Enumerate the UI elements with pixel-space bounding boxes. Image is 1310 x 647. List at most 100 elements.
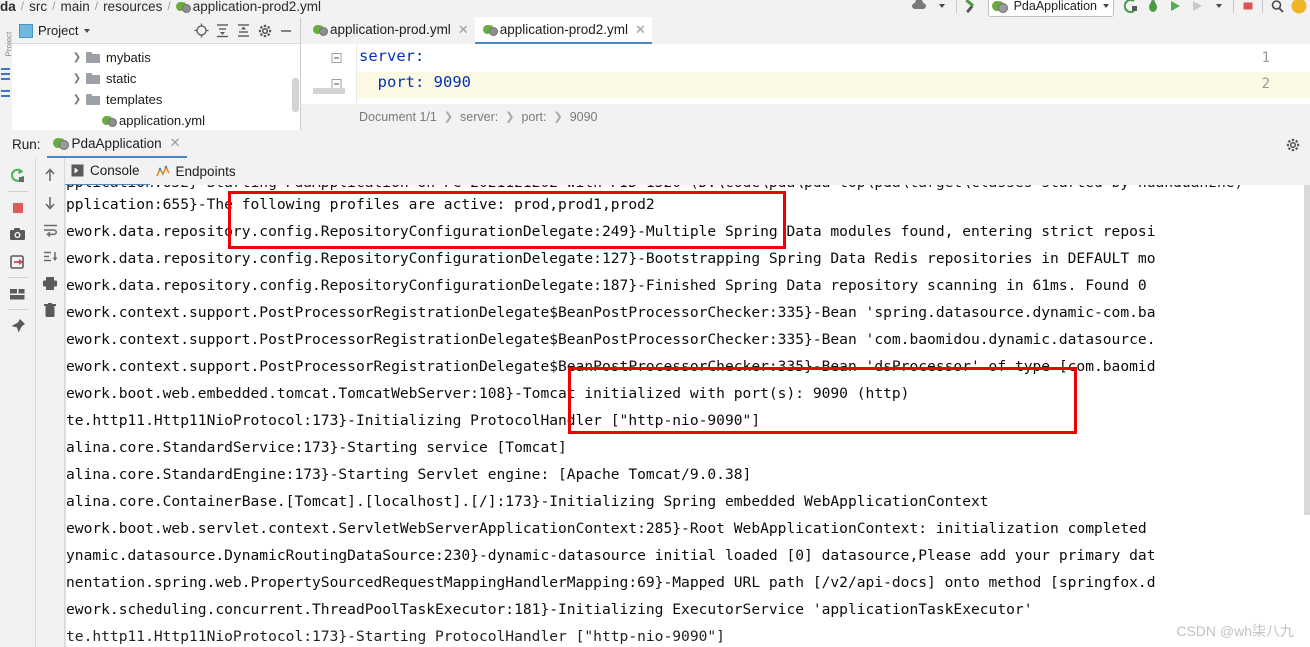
search-icon[interactable]	[1266, 0, 1288, 16]
avatar-icon[interactable]	[1288, 0, 1310, 16]
editor-area: application-prod.yml ✕ application-prod2…	[301, 17, 1310, 130]
crumb-separator: ❯	[505, 111, 515, 123]
toolbar-divider	[1262, 0, 1263, 13]
log-line-12: ework.boot.web.servlet.context.ServletWe…	[66, 520, 1147, 537]
chevron-down-icon[interactable]	[84, 28, 91, 33]
crumb-separator: ❯	[553, 111, 563, 123]
tab-endpoints[interactable]: Endpoints	[150, 159, 246, 185]
close-icon[interactable]: ✕	[170, 135, 181, 151]
soft-wrap-icon[interactable]	[37, 216, 63, 243]
fold-marker-icon[interactable]	[331, 52, 342, 63]
console-icon	[71, 164, 84, 177]
cloud-upload-icon[interactable]	[909, 0, 931, 16]
camera-icon[interactable]	[5, 221, 31, 248]
tree-item-label: templates	[106, 92, 163, 107]
collapse-all-icon[interactable]	[233, 21, 254, 41]
hide-panel-icon[interactable]	[275, 21, 296, 41]
main-toolbar-right: PdaApplication	[909, 0, 1310, 17]
stop-icon[interactable]	[1237, 0, 1259, 16]
locate-icon[interactable]	[191, 21, 212, 41]
scroll-down-icon[interactable]	[37, 189, 63, 216]
toolbar-divider	[7, 277, 28, 278]
editor-gutter[interactable]	[301, 44, 357, 104]
log-line-16: te.http11.Http11NioProtocol:173}-Startin…	[66, 628, 725, 645]
run-icon[interactable]	[1164, 0, 1186, 16]
log-line-10: alina.core.StandardEngine:173}-Starting …	[66, 466, 752, 483]
code-editor[interactable]: 1 2 server: port: 9090	[301, 44, 1310, 104]
log-line-6: ework.context.support.PostProcessorRegis…	[66, 358, 1156, 375]
print-icon[interactable]	[37, 270, 63, 297]
scroll-to-end-icon[interactable]	[37, 243, 63, 270]
delete-icon[interactable]	[37, 297, 63, 324]
breadcrumb-item-1[interactable]: src	[29, 0, 47, 14]
log-line-3: ework.data.repository.config.RepositoryC…	[66, 277, 1156, 294]
gear-icon[interactable]	[1284, 136, 1302, 154]
breadcrumb-item-3[interactable]: resources	[103, 0, 162, 14]
editor-breadcrumb-bar: Document 1/1 ❯ server: ❯ port: ❯ 9090	[301, 104, 1310, 129]
close-icon[interactable]: ✕	[635, 22, 646, 38]
tab-label: Console	[90, 163, 140, 178]
project-view-selector[interactable]: Project	[16, 21, 93, 40]
hammer-icon[interactable]	[960, 0, 982, 16]
bug-icon[interactable]	[1142, 0, 1164, 16]
chevron-down-icon[interactable]	[1208, 0, 1230, 16]
chevron-right-icon[interactable]: ❯	[70, 52, 84, 63]
yaml-crumb-value[interactable]: 9090	[570, 110, 598, 124]
expand-all-icon[interactable]	[212, 21, 233, 41]
yaml-crumb-port[interactable]: port:	[521, 110, 546, 124]
spring-boot-icon	[53, 136, 69, 151]
stop-icon[interactable]	[5, 194, 31, 221]
tree-item-mybatis[interactable]: ❯ mybatis	[12, 47, 300, 68]
endpoints-icon	[155, 165, 170, 178]
run-tab-pdaapplication[interactable]: PdaApplication ✕	[46, 130, 187, 158]
run-toolbar-primary	[0, 158, 36, 647]
debug-attach-icon[interactable]	[1120, 0, 1142, 16]
project-icon	[19, 23, 33, 38]
run-tab-label: PdaApplication	[71, 135, 162, 151]
breadcrumb-separator: /	[167, 0, 171, 13]
breadcrumb-item-0[interactable]: da	[0, 0, 16, 14]
pin-icon[interactable]	[5, 312, 31, 339]
breadcrumb-separator: /	[94, 0, 99, 13]
log-line-11: alina.core.ContainerBase.[Tomcat].[local…	[66, 493, 989, 510]
toolbar-divider	[955, 0, 957, 13]
run-with-coverage-icon[interactable]	[1186, 0, 1208, 16]
console-output[interactable]: pplication:652}-Starting PdaApplication …	[65, 185, 1310, 647]
crumb-separator: ❯	[443, 111, 454, 123]
watermark-text: CSDN @wh柒八九	[1176, 623, 1294, 639]
log-line-7: ework.boot.web.embedded.tomcat.TomcatWeb…	[66, 385, 910, 402]
gutter-divider	[356, 44, 357, 104]
editor-tab-label: application-prod.yml	[330, 22, 451, 37]
project-panel-title: Project	[38, 23, 79, 38]
yml-file-icon	[483, 23, 498, 36]
spring-boot-icon	[992, 0, 1008, 14]
breadcrumb-current-file[interactable]: application-prod2.yml	[193, 0, 321, 14]
console-vertical-scrollbar[interactable]	[1304, 185, 1310, 515]
chevron-down-icon[interactable]	[931, 0, 953, 16]
project-tree-scrollbar[interactable]	[292, 78, 299, 112]
chevron-down-icon[interactable]	[1103, 4, 1109, 8]
code-line-2: port: 9090	[359, 73, 471, 91]
scroll-up-icon[interactable]	[37, 162, 63, 189]
editor-tab-application-prod2[interactable]: application-prod2.yml ✕	[474, 17, 652, 44]
tab-console[interactable]: Console	[65, 158, 150, 186]
close-icon[interactable]: ✕	[458, 22, 469, 38]
tree-item-templates[interactable]: ❯ templates	[12, 89, 300, 110]
editor-tab-application-prod[interactable]: application-prod.yml ✕	[305, 17, 475, 44]
breadcrumb-item-2[interactable]: main	[60, 0, 89, 14]
run-configuration-selector[interactable]: PdaApplication	[987, 0, 1114, 17]
tree-item-static[interactable]: ❯ static	[12, 68, 300, 89]
tree-item-application-yml[interactable]: application.yml	[12, 110, 300, 131]
log-line-partial-top: pplication:652}-Starting PdaApplication …	[66, 185, 1243, 191]
editor-horizontal-scrollbar[interactable]	[313, 88, 345, 94]
rerun-icon[interactable]	[5, 162, 31, 189]
run-configuration-name: PdaApplication	[1013, 0, 1097, 13]
chevron-right-icon[interactable]: ❯	[70, 73, 84, 84]
chevron-right-icon[interactable]: ❯	[70, 94, 84, 105]
yaml-crumb-server[interactable]: server:	[460, 110, 498, 124]
log-line-13: ynamic.datasource.DynamicRoutingDataSour…	[66, 547, 1156, 564]
export-icon[interactable]	[5, 248, 31, 275]
layout-icon[interactable]	[5, 280, 31, 307]
settings-gear-icon[interactable]	[254, 21, 275, 41]
log-line-2: ework.data.repository.config.RepositoryC…	[66, 250, 1156, 267]
